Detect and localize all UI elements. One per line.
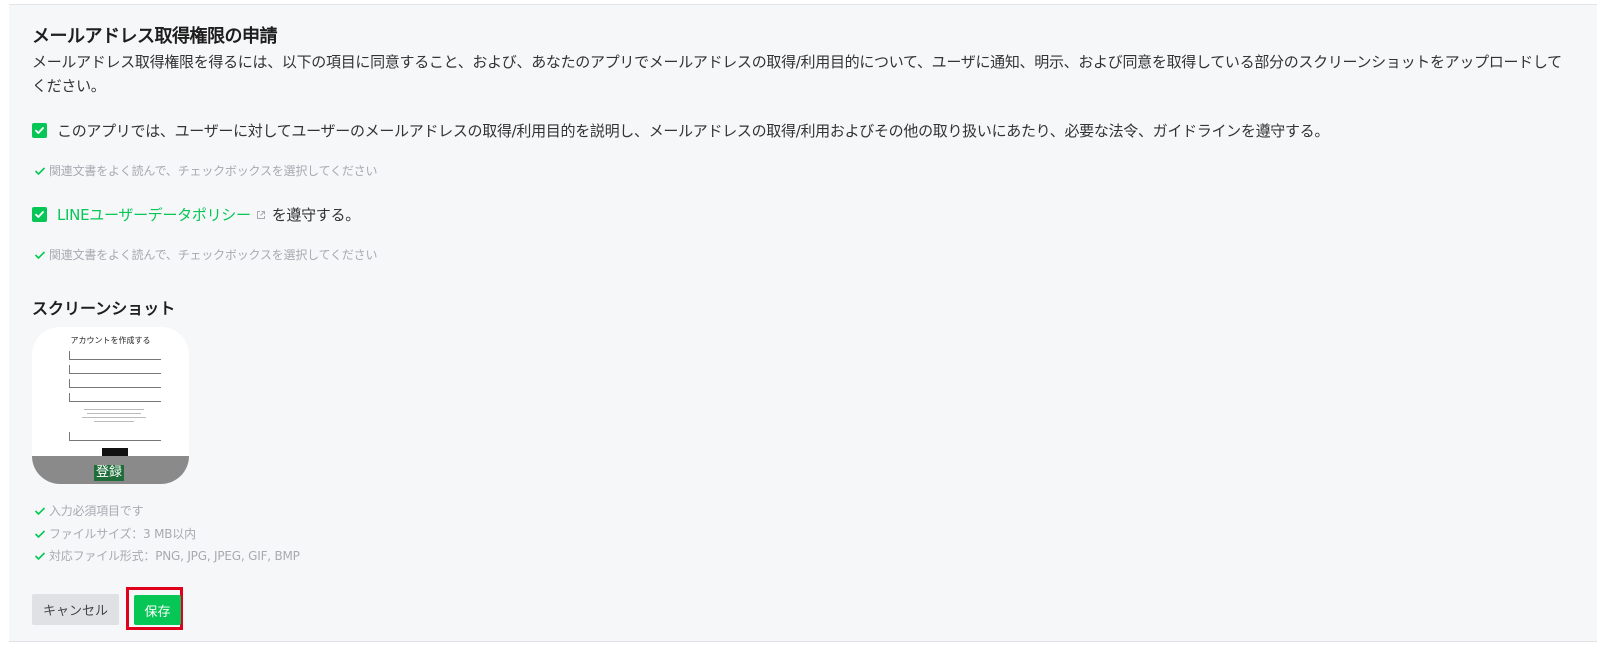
preview-field-line bbox=[69, 387, 161, 388]
external-link-icon[interactable] bbox=[256, 210, 266, 220]
agreement-1-label: このアプリでは、ユーザーに対してユーザーのメールアドレスの取得/利用目的を説明し… bbox=[57, 122, 1330, 140]
preview-text-line bbox=[94, 421, 134, 422]
check-icon bbox=[34, 250, 46, 260]
checkbox-agreement-1[interactable] bbox=[32, 123, 47, 138]
preview-text-line bbox=[87, 413, 141, 414]
hint-text: 関連文書をよく読んで、チェックボックスを選択してください bbox=[49, 164, 378, 178]
agreement-2-hint: 関連文書をよく読んで、チェックボックスを選択してください bbox=[34, 246, 377, 263]
preview-field bbox=[69, 432, 70, 440]
agreement-1-hint: 関連文書をよく読んで、チェックボックスを選択してください bbox=[34, 162, 377, 179]
screenshot-heading: スクリーンショット bbox=[32, 299, 176, 318]
preview-text-line bbox=[84, 409, 144, 410]
preview-field-line bbox=[69, 401, 161, 402]
line-user-data-policy-link[interactable]: LINEユーザーデータポリシー bbox=[57, 204, 251, 225]
hint-text: 入力必須項目です bbox=[49, 504, 144, 518]
page-title: メールアドレス取得権限の申請 bbox=[32, 26, 278, 47]
preview-field bbox=[69, 351, 70, 359]
check-icon bbox=[35, 211, 44, 218]
hint-text: 対応ファイル形式：PNG, JPG, JPEG, GIF, BMP bbox=[49, 549, 300, 563]
agreement-2[interactable]: LINEユーザーデータポリシー を遵守する。 bbox=[32, 204, 360, 225]
preview-field bbox=[69, 379, 70, 387]
screenshot-hint-2: ファイルサイズ：3 MB以内 bbox=[34, 525, 196, 542]
preview-register-label: 登録 bbox=[94, 465, 125, 481]
preview-field-line bbox=[69, 373, 161, 374]
preview-footer: 登録 bbox=[32, 456, 189, 484]
email-permission-panel: メールアドレス取得権限の申請 メールアドレス取得権限を得るには、以下の項目に同意… bbox=[9, 4, 1597, 642]
hint-text: 関連文書をよく読んで、チェックボックスを選択してください bbox=[49, 248, 378, 262]
preview-field bbox=[69, 393, 70, 401]
check-icon bbox=[34, 166, 46, 176]
preview-field-line bbox=[69, 359, 161, 360]
preview-title: アカウントを作成する bbox=[70, 336, 151, 345]
check-icon bbox=[35, 127, 44, 134]
preview-text-line bbox=[82, 417, 146, 418]
check-icon bbox=[34, 506, 46, 516]
screenshot-hint-1: 入力必須項目です bbox=[34, 502, 144, 519]
check-icon bbox=[34, 551, 46, 561]
screenshot-hint-3: 対応ファイル形式：PNG, JPG, JPEG, GIF, BMP bbox=[34, 547, 300, 564]
screenshot-thumbnail[interactable]: アカウントを作成する 登録 bbox=[32, 327, 189, 484]
checkbox-agreement-2[interactable] bbox=[32, 207, 47, 222]
check-icon bbox=[34, 529, 46, 539]
hint-text: ファイルサイズ：3 MB以内 bbox=[49, 527, 196, 541]
preview-field-line bbox=[69, 440, 161, 441]
save-button[interactable]: 保存 bbox=[134, 595, 181, 625]
agreement-2-suffix: を遵守する。 bbox=[271, 206, 361, 224]
description: メールアドレス取得権限を得るには、以下の項目に同意すること、および、あなたのアプ… bbox=[32, 53, 1562, 95]
cancel-button[interactable]: キャンセル bbox=[32, 594, 119, 625]
preview-button bbox=[102, 448, 128, 456]
preview-field bbox=[69, 365, 70, 373]
agreement-1[interactable]: このアプリでは、ユーザーに対してユーザーのメールアドレスの取得/利用目的を説明し… bbox=[32, 120, 1329, 141]
